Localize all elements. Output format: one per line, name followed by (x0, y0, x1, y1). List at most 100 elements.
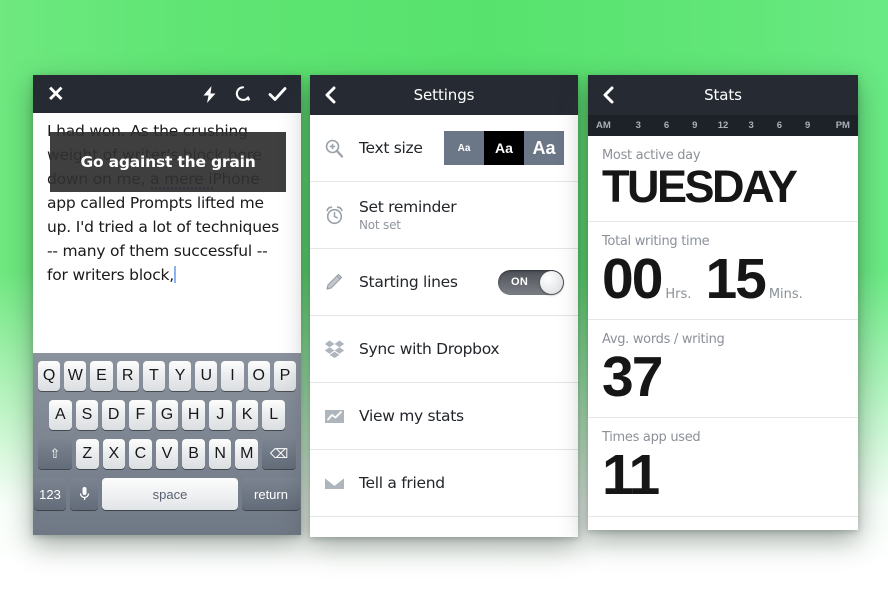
settings-label-view-stats: View my stats (359, 407, 464, 425)
writing-prompt-overlay[interactable]: Go against the grain (50, 132, 286, 192)
settings-label-starting-lines: Starting lines (359, 273, 458, 291)
key-q[interactable]: Q (37, 361, 61, 391)
backspace-key[interactable]: ⌫ (262, 439, 297, 469)
timeline-tick-9pm: 9 (804, 120, 811, 131)
key-e[interactable]: E (90, 361, 113, 391)
timeline-tick-am: AM (596, 120, 611, 131)
key-k[interactable]: K (235, 400, 259, 430)
text-size-segmented-control[interactable]: Aa Aa Aa (444, 131, 564, 165)
settings-row-sync-dropbox[interactable]: Sync with Dropbox (310, 316, 578, 383)
stat-block-avg-words: Avg. words / writing 37 (588, 320, 858, 419)
key-i[interactable]: I (221, 361, 244, 391)
key-w[interactable]: W (64, 361, 87, 391)
back-icon[interactable] (600, 86, 618, 104)
key-s[interactable]: S (75, 400, 99, 430)
writing-prompt-text: Go against the grain (80, 153, 256, 171)
stat-unit-minutes: Mins. (768, 286, 803, 302)
key-u[interactable]: U (195, 361, 218, 391)
stat-value-total-writing-time: 00 Hrs. 15 Mins. (602, 246, 844, 311)
settings-row-set-reminder[interactable]: Set reminder Not set (310, 182, 578, 249)
stats-timeline-axis: AM 3 6 9 12 3 6 9 PM (588, 115, 858, 136)
timeline-tick-6am: 6 (663, 120, 670, 131)
key-v[interactable]: V (155, 439, 179, 469)
flash-icon[interactable] (201, 85, 218, 104)
key-a[interactable]: A (48, 400, 72, 430)
timeline-tick-12: 12 (717, 120, 729, 131)
key-l[interactable]: L (262, 400, 286, 430)
timeline-tick-3am: 3 (635, 120, 641, 131)
key-g[interactable]: G (155, 400, 179, 430)
settings-panel: Settings Text size Aa Aa Aa Set reminder… (310, 75, 578, 537)
keyboard-row-4: 123 space return (34, 478, 300, 510)
stat-unit-hours: Hrs. (665, 286, 692, 302)
check-icon[interactable] (268, 85, 287, 103)
stat-value-times-app-used: 11 (602, 443, 660, 508)
key-n[interactable]: N (208, 439, 232, 469)
settings-label-sync-dropbox: Sync with Dropbox (359, 340, 500, 358)
keyboard-row-2: A S D F G H J K L (36, 400, 298, 430)
settings-label-tell-friend: Tell a friend (359, 474, 445, 492)
key-z[interactable]: Z (75, 439, 99, 469)
editor-text-area[interactable]: I had won. As the crushing weight of wri… (33, 113, 301, 353)
chart-icon (324, 408, 354, 425)
settings-label-text-size: Text size (359, 139, 423, 157)
key-y[interactable]: Y (169, 361, 192, 391)
settings-title: Settings (413, 86, 475, 104)
text-size-option-small[interactable]: Aa (444, 131, 484, 165)
mic-icon[interactable] (70, 478, 98, 510)
pencil-icon (324, 272, 354, 292)
envelope-icon (324, 476, 354, 491)
stat-value-minutes: 15 (705, 246, 766, 311)
shift-key[interactable]: ⇧ (37, 439, 72, 469)
magnifier-plus-icon (324, 138, 354, 158)
timeline-tick-9am: 9 (692, 120, 698, 131)
stat-value-hours: 00 (602, 246, 663, 311)
keyboard-row-1: Q W E R T Y U I O P (36, 361, 298, 391)
return-key[interactable]: return (242, 478, 300, 510)
settings-label-wrap-reminder: Set reminder Not set (354, 198, 457, 232)
settings-navbar: Settings (310, 75, 578, 115)
starting-lines-toggle[interactable]: ON (498, 269, 564, 295)
settings-sublabel-set-reminder: Not set (359, 218, 401, 232)
key-h[interactable]: H (182, 400, 206, 430)
refresh-icon[interactable] (234, 85, 252, 103)
key-x[interactable]: X (102, 439, 126, 469)
timeline-tick-pm: PM (835, 120, 850, 131)
screenshot-stage: ✕ I had won. As the crushing weight of w… (0, 0, 888, 600)
text-size-option-large[interactable]: Aa (524, 131, 564, 165)
alarm-clock-icon (324, 205, 354, 226)
toggle-knob[interactable] (540, 270, 563, 294)
settings-row-starting-lines[interactable]: Starting lines ON (310, 249, 578, 316)
key-j[interactable]: J (209, 400, 232, 430)
key-c[interactable]: C (129, 439, 152, 469)
stats-title: Stats (704, 86, 742, 104)
key-d[interactable]: D (102, 400, 125, 430)
on-screen-keyboard[interactable]: Q W E R T Y U I O P A S D F G H J K L ⇧ … (33, 353, 301, 535)
key-b[interactable]: B (182, 439, 205, 469)
text-size-option-medium[interactable]: Aa (484, 131, 524, 165)
stat-value-avg-words: 37 (602, 345, 663, 410)
close-icon[interactable]: ✕ (47, 84, 65, 105)
stat-block-times-app-used: Times app used 11 (588, 418, 858, 517)
toggle-state-label: ON (511, 276, 529, 288)
settings-row-view-stats[interactable]: View my stats (310, 383, 578, 450)
key-f[interactable]: F (129, 400, 152, 430)
space-key[interactable]: space (102, 478, 238, 510)
key-p[interactable]: P (273, 361, 297, 391)
settings-row-tell-friend[interactable]: Tell a friend (310, 450, 578, 517)
stat-block-total-writing-time: Total writing time 00 Hrs. 15 Mins. (588, 221, 858, 321)
stat-block-most-active-day: Most active day TUESDAY (588, 136, 858, 222)
back-icon[interactable] (322, 86, 340, 104)
timeline-tick-6pm: 6 (776, 120, 783, 131)
editor-toolbar: ✕ (33, 75, 301, 113)
editor-panel: ✕ I had won. As the crushing weight of w… (33, 75, 301, 535)
key-r[interactable]: R (116, 361, 139, 391)
key-o[interactable]: O (247, 361, 270, 391)
key-t[interactable]: T (142, 361, 165, 391)
key-m[interactable]: M (235, 439, 259, 469)
keyboard-row-3: ⇧ Z X C V B N M ⌫ (36, 439, 298, 469)
settings-label-set-reminder: Set reminder (359, 198, 457, 216)
numbers-key[interactable]: 123 (34, 478, 66, 510)
settings-row-text-size[interactable]: Text size Aa Aa Aa (310, 115, 578, 182)
timeline-tick-3pm: 3 (748, 120, 754, 131)
